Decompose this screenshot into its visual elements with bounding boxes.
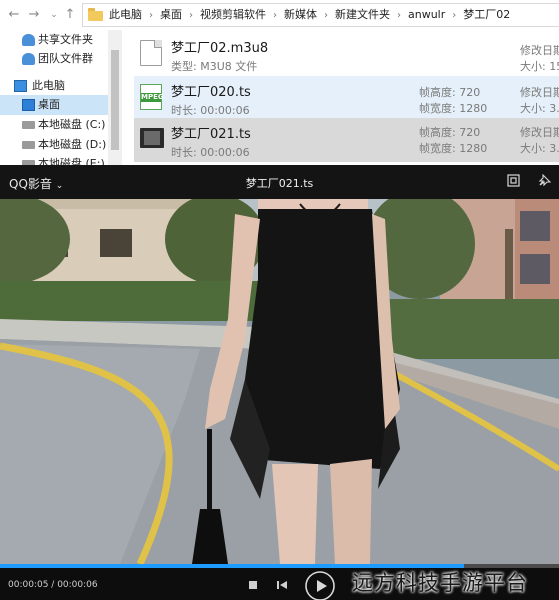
video-frame[interactable]	[0, 199, 559, 564]
file-frame-width: 帧宽度: 1280	[419, 102, 488, 115]
file-row[interactable]: MPEG 梦工厂020.ts 时长: 00:00:06 帧高度: 720 帧宽度…	[134, 76, 559, 120]
back-arrow-icon[interactable]: ←	[6, 6, 22, 24]
file-row[interactable]: 梦工厂021.ts 时长: 00:00:06 帧高度: 720 帧宽度: 128…	[134, 118, 559, 162]
file-frame-height: 帧高度: 720	[419, 86, 481, 99]
chevron-right-icon[interactable]: ›	[189, 5, 193, 27]
address-row: ← → ⌄ ↑ 此电脑 › 桌面 › 视频剪辑软件 › 新媒体 › 新建文件夹 › anwulr › 梦…	[0, 0, 559, 30]
file-modified-label: 修改日期	[520, 86, 559, 99]
up-arrow-icon[interactable]: ↑	[62, 6, 78, 24]
chevron-right-icon[interactable]: ›	[273, 5, 277, 27]
cloud-icon	[22, 53, 35, 65]
pin-icon[interactable]	[537, 173, 551, 188]
file-frame-width: 帧宽度: 1280	[419, 142, 488, 155]
video-title: 梦工厂021.ts	[245, 177, 314, 190]
file-row[interactable]: 梦工厂02.m3u8 类型: M3U8 文件 修改日期 大小: 15	[134, 32, 559, 76]
file-duration: 时长: 00:00:06	[171, 146, 250, 159]
nav-item-label: 此电脑	[32, 79, 65, 92]
forward-arrow-icon[interactable]: →	[26, 6, 42, 24]
drive-icon	[22, 141, 35, 149]
file-name: 梦工厂020.ts	[171, 85, 251, 100]
cloud-icon	[22, 34, 35, 46]
total-time: 00:00:06	[57, 580, 98, 590]
screen: ← → ⌄ ↑ 此电脑 › 桌面 › 视频剪辑软件 › 新媒体 › 新建文件夹 › anwulr › 梦…	[0, 0, 559, 600]
breadcrumb-item[interactable]: anwulr	[408, 4, 445, 26]
address-bar[interactable]: 此电脑 › 桌面 › 视频剪辑软件 › 新媒体 › 新建文件夹 › anwulr › 梦工厂02	[82, 3, 559, 27]
video-frame-image	[0, 199, 559, 564]
nav-item-drive-d[interactable]: 本地磁盘 (D:)	[0, 135, 108, 155]
play-icon[interactable]	[304, 570, 336, 600]
scrollbar-thumb[interactable]	[111, 50, 119, 150]
nav-item-label: 共享文件夹	[38, 33, 93, 46]
document-icon	[140, 40, 162, 66]
drive-icon	[22, 121, 35, 129]
navigation-pane: 共享文件夹 团队文件群 此电脑 桌面 本地磁盘 (C:) 本地磁盘 (D:) 本…	[0, 30, 112, 170]
breadcrumb: 此电脑 › 桌面 › 视频剪辑软件 › 新媒体 › 新建文件夹 › anwulr › 梦工厂02	[109, 4, 510, 26]
mpeg-file-icon: MPEG	[140, 84, 164, 110]
time-display: 00:00:05 / 00:00:06	[8, 580, 98, 590]
watermark-text: 远方科技手游平台	[352, 571, 528, 595]
breadcrumb-item[interactable]: 新媒体	[284, 4, 317, 26]
recent-dropdown-icon[interactable]: ⌄	[46, 6, 62, 24]
nav-item-drive-c[interactable]: 本地磁盘 (C:)	[0, 115, 108, 135]
nav-item-label: 桌面	[38, 98, 60, 111]
player-title-bar: QQ影音 ⌄ 梦工厂021.ts	[0, 165, 559, 199]
file-name: 梦工厂02.m3u8	[171, 41, 269, 56]
chevron-right-icon[interactable]: ›	[149, 5, 153, 27]
breadcrumb-item[interactable]: 视频剪辑软件	[200, 4, 266, 26]
desktop-icon	[22, 99, 35, 111]
file-size: 大小: 3.3	[520, 142, 559, 155]
file-modified-label: 修改日期	[520, 126, 559, 139]
folder-icon	[88, 8, 103, 21]
file-size: 大小: 15	[520, 60, 559, 73]
file-list: 梦工厂02.m3u8 类型: M3U8 文件 修改日期 大小: 15 MPEG …	[130, 30, 559, 165]
breadcrumb-item[interactable]: 梦工厂02	[463, 4, 510, 26]
nav-item-label: 本地磁盘 (C:)	[38, 118, 106, 131]
file-explorer-window: ← → ⌄ ↑ 此电脑 › 桌面 › 视频剪辑软件 › 新媒体 › 新建文件夹 › anwulr › 梦…	[0, 0, 559, 170]
file-frame-height: 帧高度: 720	[419, 126, 481, 139]
nav-item-label: 本地磁盘 (D:)	[38, 138, 107, 151]
nav-item-label: 团队文件群	[38, 52, 93, 65]
file-modified-label: 修改日期	[520, 44, 559, 57]
file-duration: 时长: 00:00:06	[171, 104, 250, 117]
nav-pane-scrollbar[interactable]	[108, 30, 122, 165]
chevron-right-icon[interactable]: ›	[452, 5, 456, 27]
qq-player-window: QQ影音 ⌄ 梦工厂021.ts 00:00:05 / 00:00:06	[0, 165, 559, 600]
breadcrumb-item[interactable]: 此电脑	[109, 4, 142, 26]
nav-item-desktop[interactable]: 桌面	[0, 95, 108, 115]
nav-item-shared-folder[interactable]: 共享文件夹	[0, 30, 108, 50]
video-thumbnail-icon	[140, 128, 164, 148]
file-name: 梦工厂021.ts	[171, 127, 251, 142]
file-type: 类型: M3U8 文件	[171, 60, 258, 73]
file-size: 大小: 3.5	[520, 102, 559, 115]
screenshot-icon[interactable]	[506, 174, 520, 188]
stop-icon[interactable]	[246, 577, 260, 591]
previous-icon[interactable]	[275, 577, 289, 591]
nav-item-team-files[interactable]: 团队文件群	[0, 49, 108, 69]
current-time: 00:00:05	[8, 580, 49, 590]
computer-icon	[14, 80, 27, 92]
breadcrumb-item[interactable]: 桌面	[160, 4, 182, 26]
nav-item-this-pc[interactable]: 此电脑	[0, 76, 108, 96]
breadcrumb-item[interactable]: 新建文件夹	[335, 4, 390, 26]
chevron-right-icon[interactable]: ›	[324, 5, 328, 27]
chevron-right-icon[interactable]: ›	[397, 5, 401, 27]
